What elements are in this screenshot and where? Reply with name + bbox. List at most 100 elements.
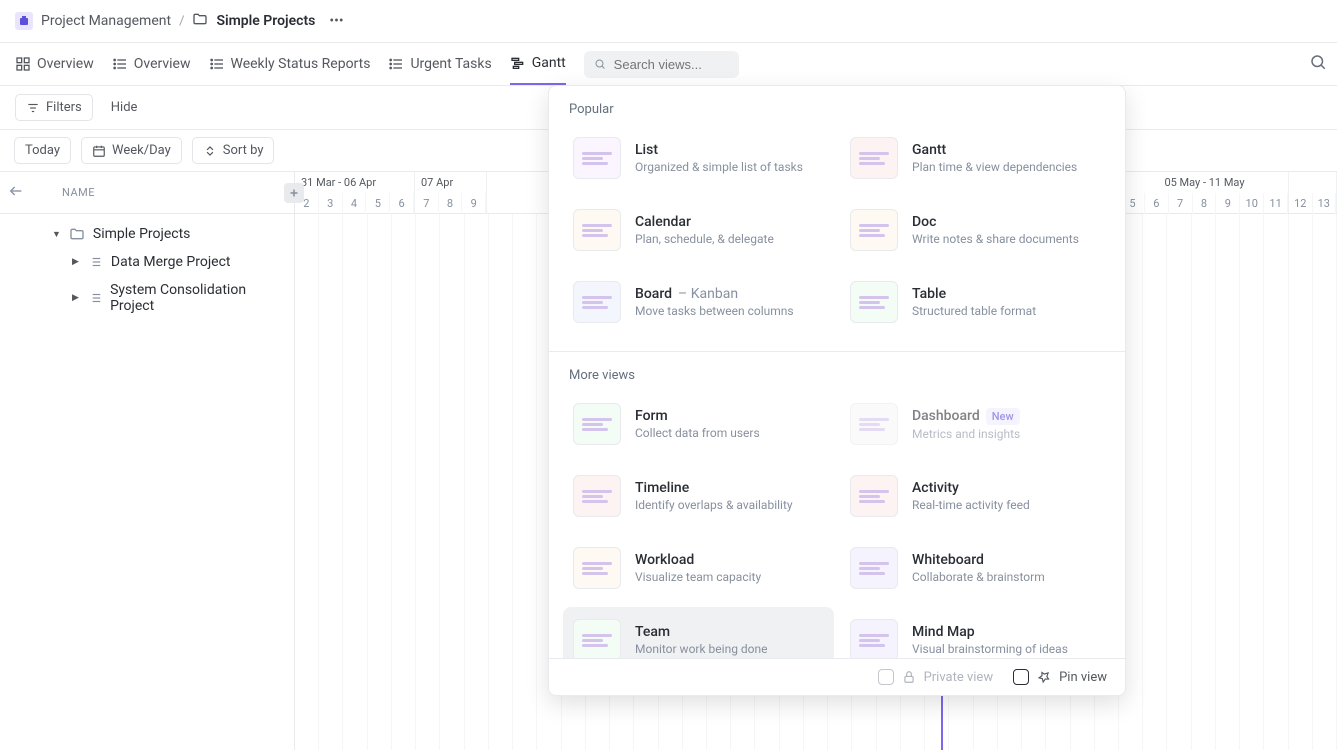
view-title: Activity: [912, 480, 1101, 496]
view-card-team[interactable]: Team Monitor work being done: [563, 607, 834, 658]
caret-right-icon: ▶: [72, 257, 79, 267]
private-view-toggle[interactable]: Private view: [878, 669, 994, 685]
gantt-tree: ▼ Simple Projects ▶ Data Merge Project ▶…: [0, 214, 294, 320]
view-desc: Collaborate & brainstorm: [912, 570, 1101, 584]
add-column-button[interactable]: [284, 183, 304, 203]
search-input[interactable]: [614, 57, 729, 72]
view-thumb-icon: [573, 619, 621, 658]
view-thumb-icon: [573, 403, 621, 445]
view-thumb-icon: [850, 281, 898, 323]
view-thumb-icon: [850, 403, 898, 445]
view-desc: Visualize team capacity: [635, 570, 824, 584]
new-badge: New: [986, 408, 1020, 425]
view-card-mind-map[interactable]: Mind MapVisual brainstorming of ideas: [840, 607, 1111, 658]
view-desc: Metrics and insights: [912, 427, 1101, 441]
view-thumb-icon: [573, 547, 621, 589]
tab-weekly-status[interactable]: Weekly Status Reports: [209, 43, 371, 85]
checkbox-icon: [1013, 669, 1029, 685]
view-title: Workload: [635, 552, 824, 568]
view-thumb-icon: [850, 475, 898, 517]
checkbox-icon: [878, 669, 894, 685]
view-card-calendar[interactable]: Calendar Plan, schedule, & delegate: [563, 197, 834, 263]
tab-overview-list[interactable]: Overview: [112, 43, 191, 85]
popup-footer: Private view Pin view: [549, 658, 1125, 695]
views-popup: Popular ListOrganized & simple list of t…: [548, 85, 1126, 696]
caret-right-icon: ▶: [72, 293, 79, 303]
folder-icon: [192, 11, 208, 31]
view-thumb-icon: [850, 547, 898, 589]
tree-child-1[interactable]: ▶ System Consolidation Project: [0, 276, 294, 320]
view-desc: Plan time & view dependencies: [912, 160, 1101, 174]
view-desc: Structured table format: [912, 304, 1101, 318]
view-title: DashboardNew: [912, 408, 1101, 425]
caret-down-icon: ▼: [52, 229, 61, 240]
sort-icon: [203, 144, 217, 158]
tab-label: Overview: [37, 56, 94, 72]
today-button[interactable]: Today: [14, 137, 71, 164]
tab-label: Urgent Tasks: [410, 56, 491, 72]
view-desc: Write notes & share documents: [912, 232, 1101, 246]
view-title: Calendar: [635, 214, 824, 230]
view-card-board[interactable]: Board – Kanban Move tasks between columns: [563, 269, 834, 335]
pin-view-toggle[interactable]: Pin view: [1013, 669, 1107, 685]
workspace-icon: [15, 12, 33, 30]
collapse-sidebar-icon[interactable]: [8, 183, 24, 202]
search-views[interactable]: [584, 51, 739, 78]
breadcrumb-sep: /: [179, 14, 184, 29]
view-title: Doc: [912, 214, 1101, 230]
view-desc: Monitor work being done: [635, 642, 824, 656]
tree-root[interactable]: ▼ Simple Projects: [0, 220, 294, 248]
view-desc: Real-time activity feed: [912, 498, 1101, 512]
search-icon-right[interactable]: [1309, 53, 1327, 75]
tree-child-0[interactable]: ▶ Data Merge Project: [0, 248, 294, 276]
view-thumb-icon: [850, 209, 898, 251]
view-card-whiteboard[interactable]: Whiteboard Collaborate & brainstorm: [840, 535, 1111, 601]
tab-urgent-tasks[interactable]: Urgent Tasks: [388, 43, 491, 85]
view-card-form[interactable]: FormCollect data from users: [563, 391, 834, 457]
filters-button[interactable]: Filters: [15, 94, 93, 121]
lock-icon: [902, 670, 916, 684]
sortby-button[interactable]: Sort by: [192, 137, 275, 164]
section-popular: Popular: [549, 86, 1125, 125]
view-desc: Plan, schedule, & delegate: [635, 232, 824, 246]
view-title: Table: [912, 286, 1101, 302]
view-card-gantt[interactable]: GanttPlan time & view dependencies: [840, 125, 1111, 191]
tab-label: Overview: [134, 56, 191, 72]
view-card-timeline[interactable]: Timeline Identify overlaps & availability: [563, 463, 834, 529]
view-card-table[interactable]: Table Structured table format: [840, 269, 1111, 335]
list-icon: [87, 254, 103, 270]
view-title: List: [635, 142, 824, 158]
section-more: More views: [549, 352, 1125, 391]
breadcrumb-folder[interactable]: Simple Projects: [216, 13, 315, 29]
view-card-list[interactable]: ListOrganized & simple list of tasks: [563, 125, 834, 191]
week-label: 05 May - 11 May: [1121, 172, 1288, 193]
tab-gantt[interactable]: Gantt: [510, 43, 566, 85]
view-title: Team: [635, 624, 824, 640]
tabs-bar: Overview Overview Weekly Status Reports …: [0, 43, 1337, 86]
weekday-button[interactable]: Week/Day: [81, 137, 182, 164]
view-thumb-icon: [573, 209, 621, 251]
breadcrumb: Project Management / Simple Projects •••: [0, 0, 1337, 43]
view-title: Mind Map: [912, 624, 1101, 640]
list-icon: [87, 290, 102, 306]
view-card-dashboard[interactable]: DashboardNew Metrics and insights: [840, 391, 1111, 457]
pin-icon: [1037, 670, 1051, 684]
view-title: Board – Kanban: [635, 286, 824, 302]
breadcrumb-more[interactable]: •••: [329, 13, 343, 29]
view-card-doc[interactable]: Doc Write notes & share documents: [840, 197, 1111, 263]
view-title: Form: [635, 408, 824, 424]
view-card-activity[interactable]: Activity Real-time activity feed: [840, 463, 1111, 529]
view-title: Whiteboard: [912, 552, 1101, 568]
view-desc: Move tasks between columns: [635, 304, 824, 318]
hide-button[interactable]: Hide: [111, 100, 138, 115]
view-card-workload[interactable]: Workload Visualize team capacity: [563, 535, 834, 601]
gantt-name-header: NAME: [0, 172, 294, 214]
view-thumb-icon: [573, 475, 621, 517]
view-title: Timeline: [635, 480, 824, 496]
week-label: 07 Apr: [415, 172, 486, 193]
tab-overview-grid[interactable]: Overview: [15, 43, 94, 85]
tab-label: Weekly Status Reports: [231, 56, 371, 72]
folder-icon: [69, 226, 85, 242]
breadcrumb-workspace[interactable]: Project Management: [41, 13, 171, 29]
view-desc: Identify overlaps & availability: [635, 498, 824, 512]
